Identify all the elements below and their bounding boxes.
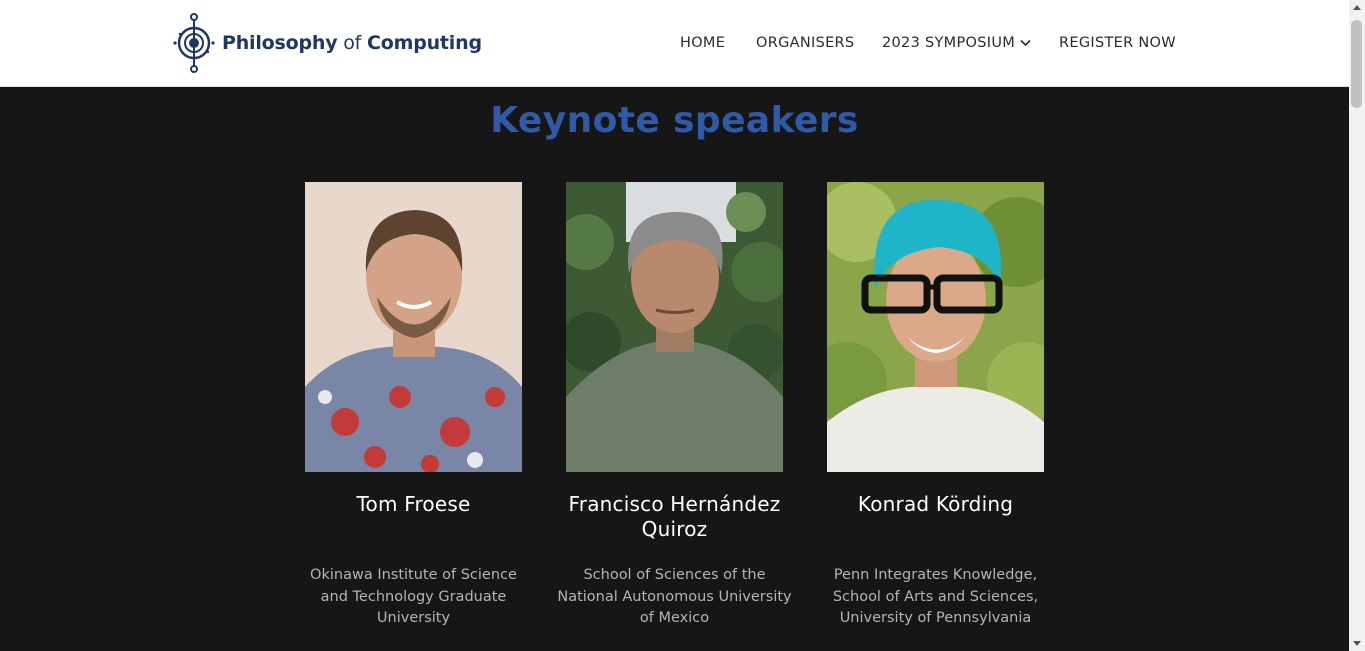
nav-register-now[interactable]: REGISTER NOW bbox=[1059, 35, 1176, 51]
speaker-name: Francisco Hernández Quiroz bbox=[568, 492, 781, 541]
speaker-name: Tom Froese bbox=[356, 492, 471, 516]
speaker-affiliation: School of Sciences of the National Auton… bbox=[557, 567, 792, 626]
speaker-affiliation: Penn Integrates Knowledge, School of Art… bbox=[832, 567, 1039, 626]
site-title: Philosophy of Computing bbox=[222, 32, 482, 54]
scroll-down-arrow-icon[interactable] bbox=[1353, 641, 1361, 646]
nav-2023-symposium[interactable]: 2023 SYMPOSIUM bbox=[882, 35, 1031, 51]
section-title: Keynote speakers bbox=[490, 100, 859, 141]
nav-organisers[interactable]: ORGANISERS bbox=[756, 35, 854, 51]
site-header: Philosophy of Computing HOME ORGANISERS … bbox=[0, 0, 1349, 87]
nav-home[interactable]: HOME bbox=[680, 35, 725, 51]
circuit-eye-icon bbox=[173, 13, 215, 73]
nav-2023-symposium-label: 2023 SYMPOSIUM bbox=[882, 35, 1016, 51]
page-scrollbar[interactable] bbox=[1349, 0, 1365, 651]
speaker-card: Konrad Körding Penn Integrates Knowledge… bbox=[827, 182, 1044, 626]
site-logo[interactable]: Philosophy of Computing bbox=[172, 12, 482, 74]
scroll-up-arrow-icon[interactable] bbox=[1353, 5, 1361, 10]
speaker-card: Francisco Hernández Quiroz School of Sci… bbox=[557, 182, 792, 626]
scrollbar-thumb[interactable] bbox=[1351, 20, 1362, 108]
speaker-name: Konrad Körding bbox=[857, 492, 1014, 516]
speaker-affiliation: Okinawa Institute of Science and Technol… bbox=[310, 567, 517, 626]
speaker-photo bbox=[566, 182, 783, 472]
speaker-photo bbox=[827, 182, 1044, 472]
speaker-card: Tom Froese Okinawa Institute of Science … bbox=[305, 182, 522, 626]
speaker-photo bbox=[305, 182, 522, 472]
chevron-down-icon bbox=[1020, 39, 1031, 47]
